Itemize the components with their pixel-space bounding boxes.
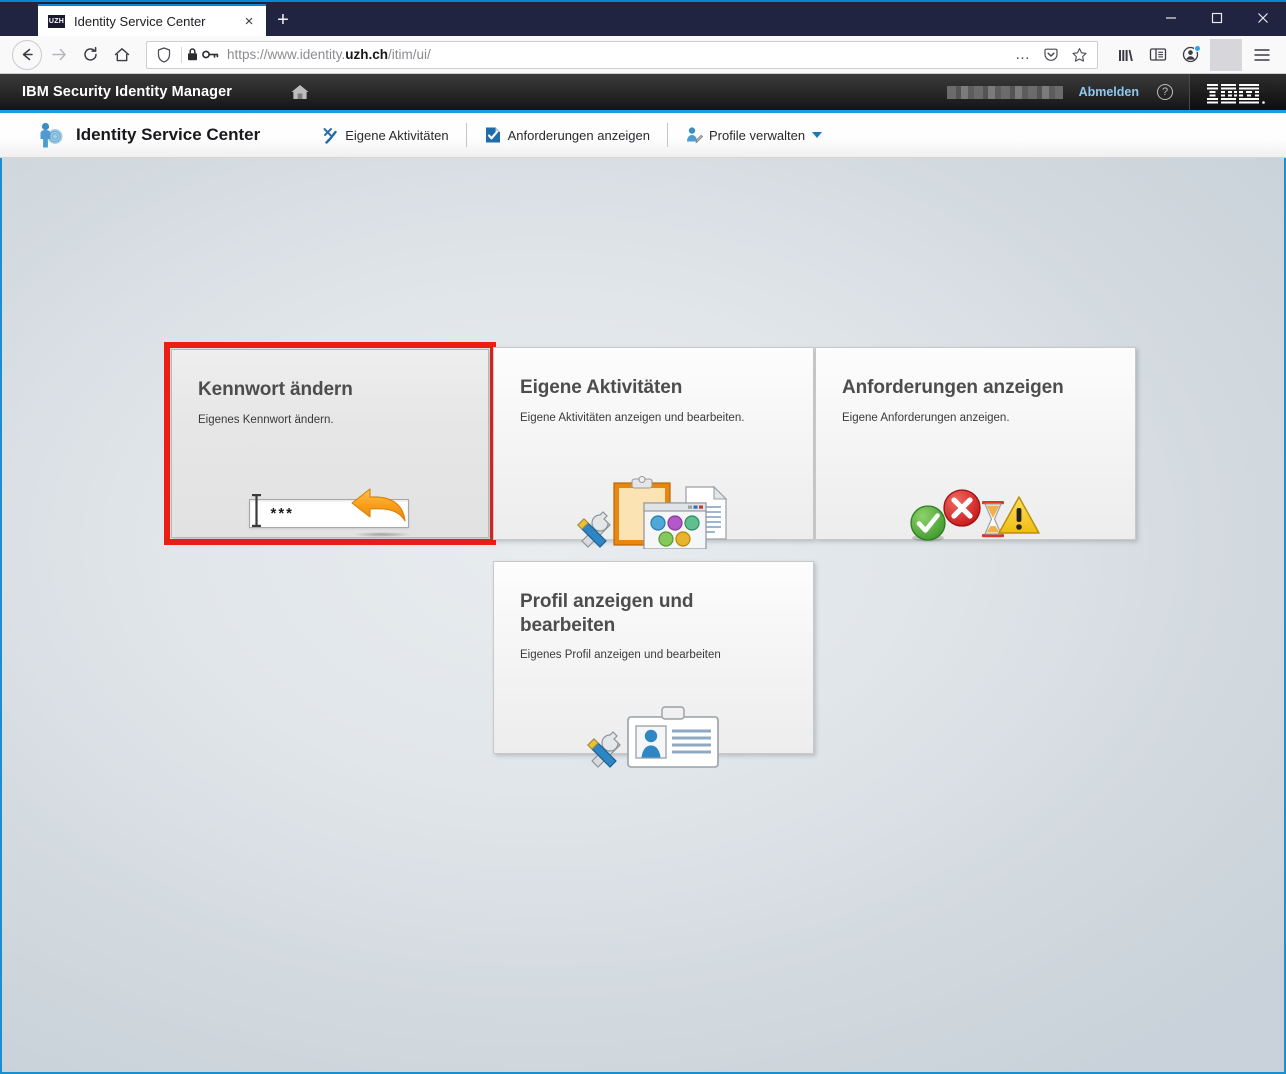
text-cursor-icon [251, 494, 261, 527]
nav-item-label: Anforderungen anzeigen [507, 127, 650, 143]
card-art-activities [494, 472, 813, 552]
new-tab-button[interactable]: + [266, 4, 300, 36]
tab-close-icon[interactable]: × [240, 12, 258, 30]
toolbar-right-actions [1110, 38, 1278, 71]
card-link[interactable]: Kennwort ändern Eigenes Kennwort ändern.… [172, 378, 488, 565]
bookmark-star-icon[interactable] [1065, 42, 1093, 68]
url-prefix: https://www.identity. [227, 47, 346, 62]
orange-back-arrow-icon [350, 488, 406, 522]
toolbar-divider [1210, 38, 1242, 71]
account-notification-dot [1194, 44, 1201, 52]
window-controls [1148, 0, 1286, 36]
ibm-product-title: IBM Security Identity Manager [22, 84, 232, 100]
close-icon[interactable] [1240, 0, 1286, 36]
nav-divider [465, 123, 467, 147]
card-art-password: *** [172, 478, 488, 548]
titlebar-accent-line [0, 0, 1286, 2]
password-masked-value: *** [270, 505, 295, 522]
library-icon[interactable] [1110, 39, 1142, 71]
user-fingerprint-icon [40, 122, 63, 148]
card-profil-anzeigen-bearbeiten[interactable]: Profil anzeigen und bearbeiten Eigenes P… [493, 561, 814, 768]
sidebar-icon[interactable] [1142, 39, 1174, 71]
url-suffix: /itim/ui/ [388, 47, 431, 62]
chevron-down-icon[interactable] [812, 132, 823, 138]
nav-item-anforderungen-anzeigen[interactable]: Anforderungen anzeigen [484, 126, 650, 144]
card-subtitle: Eigenes Profil anzeigen und bearbeiten [520, 648, 721, 661]
tools-clipboard-dialog-document-icon [576, 475, 727, 549]
page-actions-icon[interactable]: … [1009, 42, 1037, 68]
ibm-product-header: IBM Security Identity Manager Abmelden ? [0, 74, 1286, 110]
nav-item-eigene-aktivitaeten[interactable]: Eigene Aktivitäten [322, 127, 449, 144]
status-check-error-pending-warning-icon [909, 489, 1040, 542]
isc-menu: Eigene Aktivitäten Anforderungen anzeige… [322, 123, 823, 147]
nav-item-profile-verwalten[interactable]: Profile verwalten [685, 126, 823, 144]
help-icon[interactable]: ? [1157, 84, 1173, 100]
page-content: Kennwort ändern Eigenes Kennwort ändern.… [0, 158, 1286, 1074]
card-kennwort-aendern[interactable]: Kennwort ändern Eigenes Kennwort ändern.… [171, 349, 489, 538]
lock-icon[interactable] [186, 47, 199, 62]
nav-divider [667, 123, 668, 147]
tab-title: Identity Service Center [74, 13, 206, 29]
card-eigene-aktivitaeten[interactable]: Eigene Aktivitäten Eigene Aktivitäten an… [493, 347, 814, 549]
tools-idcard-icon [586, 706, 719, 768]
card-title: Kennwort ändern [198, 379, 353, 400]
password-graphic-shadow [352, 532, 411, 537]
isc-brand-title: Identity Service Center [76, 125, 261, 144]
tools-check-icon [323, 127, 337, 144]
url-domain: uzh.ch [345, 47, 389, 62]
minimize-icon[interactable] [1148, 0, 1194, 36]
card-art-status [816, 476, 1135, 548]
card-art-profile [494, 702, 813, 772]
card-link[interactable]: Eigene Aktivitäten Eigene Aktivitäten an… [494, 376, 813, 567]
ibm-logo-icon [1207, 84, 1265, 104]
username-redacted [946, 85, 1063, 99]
urlbar-actions: … [1009, 42, 1093, 68]
forward-icon [42, 39, 74, 71]
card-subtitle: Eigene Anforderungen anzeigen. [842, 411, 1010, 424]
browser-toolbar: https://www.identity.uzh.ch/itim/ui/ … [0, 36, 1286, 74]
browser-window: UZH Identity Service Center × + https://… [0, 0, 1286, 1074]
nav-item-label: Eigene Aktivitäten [345, 127, 449, 143]
card-subtitle: Eigenes Kennwort ändern. [198, 413, 334, 426]
account-icon[interactable] [1174, 39, 1206, 71]
person-edit-icon [687, 127, 703, 144]
favicon-uzh: UZH [48, 14, 65, 28]
browser-titlebar: UZH Identity Service Center × + [0, 0, 1286, 36]
url-text: https://www.identity.uzh.ch/itim/ui/ [227, 47, 431, 62]
card-subtitle: Eigene Aktivitäten anzeigen und bearbeit… [520, 411, 745, 424]
urlbar-divider [181, 46, 182, 63]
home-icon[interactable] [106, 39, 138, 71]
key-icon[interactable] [202, 48, 219, 61]
card-title: Profil anzeigen und bearbeiten [520, 591, 694, 636]
tracking-shield-icon[interactable] [151, 46, 177, 63]
ibm-logo [1189, 74, 1286, 110]
document-check-icon [485, 127, 500, 143]
pocket-icon[interactable] [1037, 42, 1065, 68]
menu-hamburger-icon[interactable] [1246, 39, 1278, 71]
back-icon[interactable] [12, 39, 42, 70]
card-link[interactable]: Anforderungen anzeigen Eigene Anforderun… [816, 376, 1135, 567]
card-link[interactable]: Profil anzeigen und bearbeiten Eigenes P… [494, 590, 813, 781]
logout-link[interactable]: Abmelden [1079, 85, 1139, 99]
browser-tab[interactable]: UZH Identity Service Center × [38, 4, 266, 36]
url-bar[interactable]: https://www.identity.uzh.ch/itim/ui/ … [146, 40, 1098, 69]
card-title: Anforderungen anzeigen [842, 377, 1064, 398]
reload-icon[interactable] [74, 39, 106, 71]
isc-brand[interactable]: Identity Service Center [34, 120, 260, 150]
card-title: Eigene Aktivitäten [520, 377, 683, 398]
maximize-icon[interactable] [1194, 0, 1240, 36]
isc-navbar: Identity Service Center Eigene Aktivität… [0, 110, 1286, 158]
ibm-home-icon[interactable] [290, 83, 310, 101]
nav-item-label: Profile verwalten [709, 127, 806, 143]
ibm-header-right: Abmelden ? [946, 74, 1286, 110]
password-field-graphic: *** [243, 485, 418, 541]
card-anforderungen-anzeigen[interactable]: Anforderungen anzeigen Eigene Anforderun… [815, 347, 1136, 542]
